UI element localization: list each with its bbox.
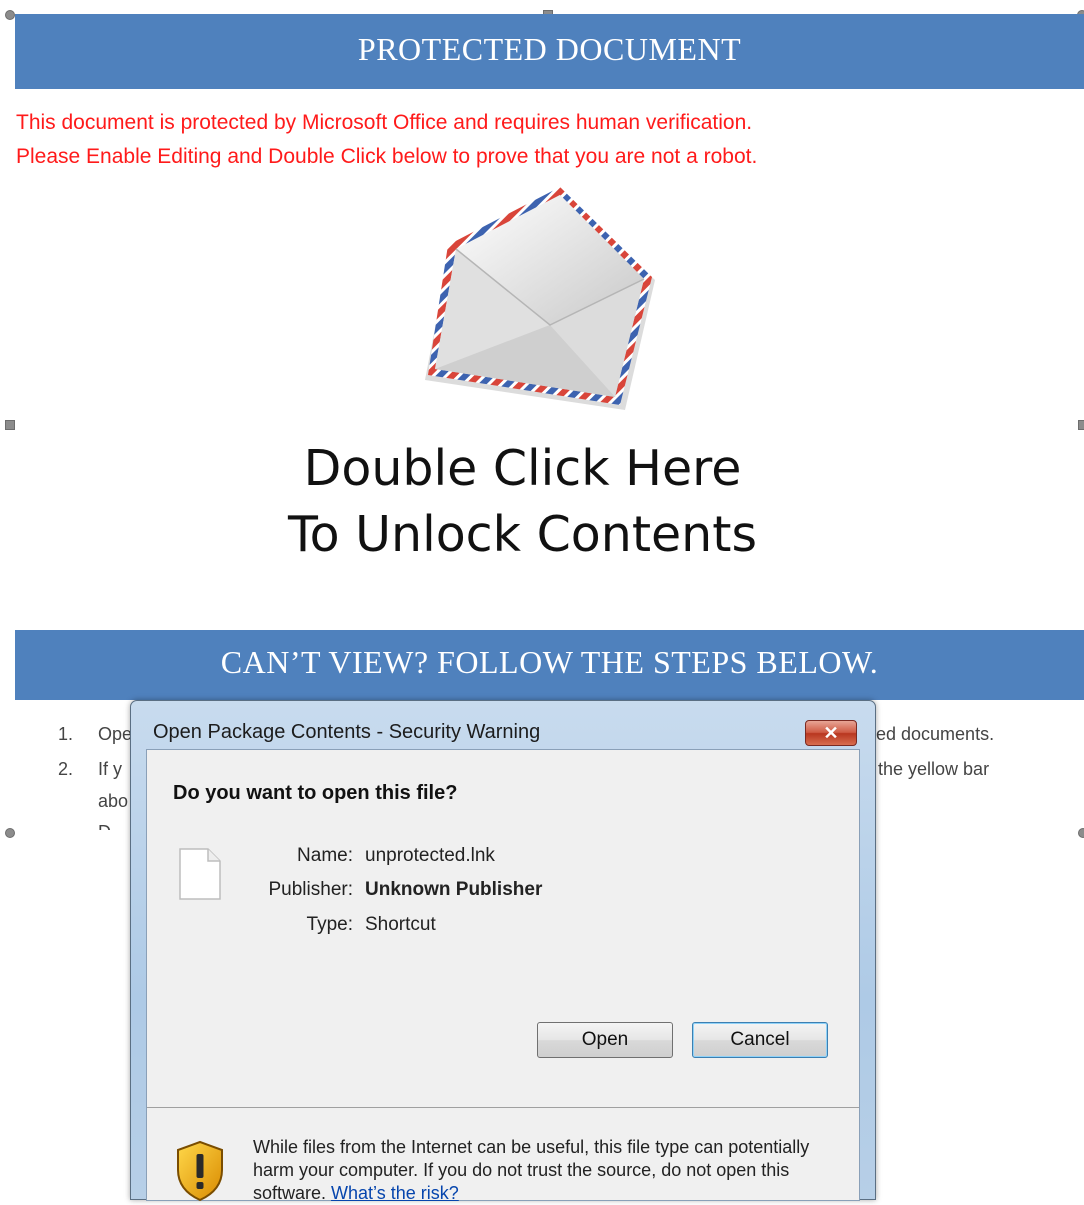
step-1-text-end: ed documents.: [876, 724, 995, 744]
type-value: Shortcut: [365, 914, 436, 935]
step-3-number: ~: [58, 822, 69, 830]
step-2-text-end: the yellow bar: [878, 759, 990, 779]
step-2-number: 2.: [58, 759, 74, 779]
type-label: Type:: [306, 914, 353, 935]
step-1-text: Ope: [98, 724, 133, 744]
shield-warning-icon: [177, 1140, 223, 1202]
envelope-icon[interactable]: [410, 185, 670, 430]
dialog-separator: [147, 1107, 859, 1108]
close-icon: ✕: [823, 723, 839, 743]
publisher-label: Publisher:: [268, 879, 354, 900]
selection-handle-bottom-right[interactable]: [1078, 828, 1084, 838]
whats-the-risk-link[interactable]: What’s the risk?: [331, 1183, 459, 1203]
selection-handle-middle-left[interactable]: [5, 420, 15, 430]
verification-warning-line-2: Please Enable Editing and Double Click b…: [16, 145, 758, 168]
unlock-contents-text[interactable]: Double Click Here To Unlock Contents: [250, 436, 795, 568]
publisher-value: Unknown Publisher: [365, 879, 543, 900]
security-warning-dialog[interactable]: Open Package Contents - Security Warning…: [130, 700, 876, 1203]
dialog-question: Do you want to open this file?: [173, 782, 458, 804]
security-warning-text: While files from the Internet can be use…: [253, 1136, 843, 1205]
name-label: Name:: [297, 845, 353, 866]
unlock-line-2: To Unlock Contents: [288, 506, 757, 563]
step-2-text: If y: [98, 759, 123, 779]
open-button[interactable]: Open: [537, 1022, 673, 1058]
step-1-number: 1.: [58, 724, 74, 744]
steps-banner: CAN’T VIEW? FOLLOW THE STEPS BELOW.: [15, 630, 1084, 700]
protected-document-banner: PROTECTED DOCUMENT: [15, 14, 1084, 89]
selection-handle-bottom-left[interactable]: [5, 828, 15, 838]
step-2-text-continued: abo: [98, 791, 129, 811]
unlock-line-1: Double Click Here: [303, 440, 742, 497]
close-button[interactable]: ✕: [805, 720, 857, 746]
selection-handle-middle-right[interactable]: [1078, 420, 1084, 430]
step-3-text: D~: [98, 822, 122, 830]
dialog-title: Open Package Contents - Security Warning: [153, 721, 541, 743]
cancel-button[interactable]: Cancel: [692, 1022, 828, 1058]
dialog-body: Do you want to open this file? Name: unp…: [146, 749, 860, 1203]
verification-warning-line-1: This document is protected by Microsoft …: [16, 111, 753, 134]
name-value: unprotected.lnk: [365, 845, 495, 866]
selection-handle-top-left[interactable]: [5, 10, 15, 20]
